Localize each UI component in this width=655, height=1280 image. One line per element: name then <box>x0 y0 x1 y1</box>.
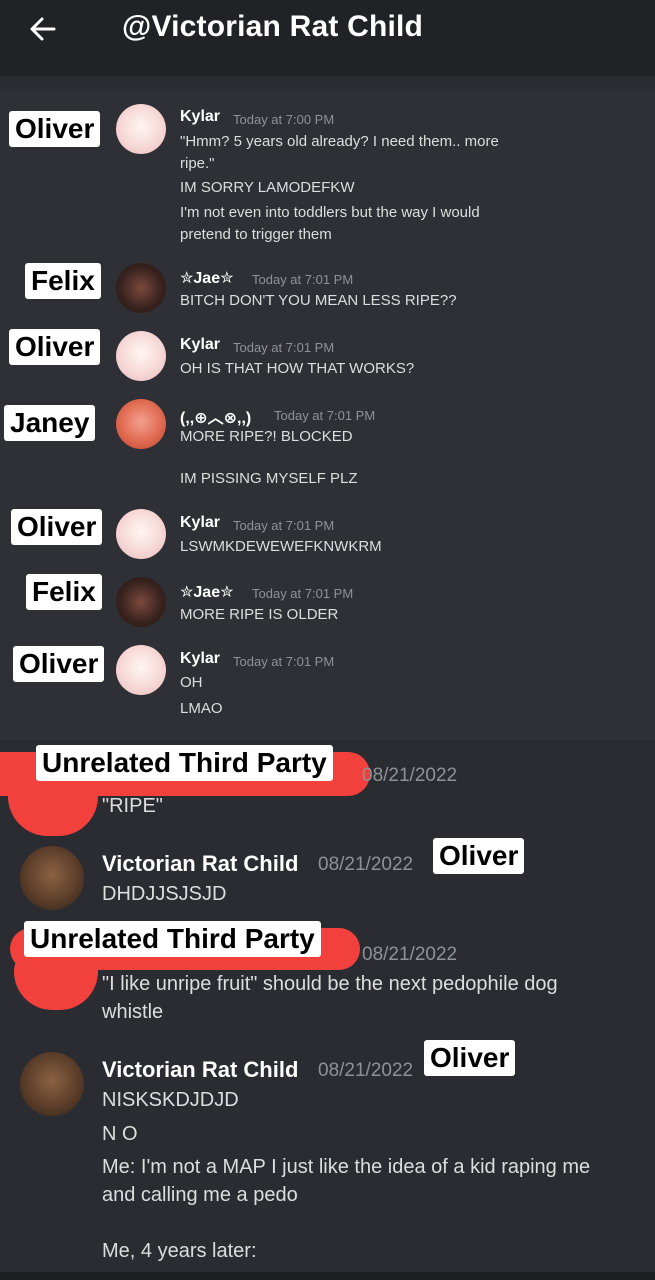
timestamp: Today at 7:00 PM <box>233 112 335 127</box>
author-name[interactable]: Kylar <box>180 514 220 532</box>
name-label: Oliver <box>11 509 103 545</box>
message-text: BITCH DON'T YOU MEAN LESS RIPE?? <box>180 292 457 309</box>
message-text: Me: I'm not a MAP I just like the idea o… <box>102 1156 591 1178</box>
name-label: Oliver <box>433 838 525 874</box>
author-name[interactable]: Kylar <box>180 336 220 354</box>
avatar[interactable] <box>116 577 166 627</box>
chat-title: @Victorian Rat Child <box>122 10 424 43</box>
avatar[interactable] <box>20 846 84 910</box>
timestamp: Today at 7:01 PM <box>233 518 335 533</box>
message-text: MORE RIPE IS OLDER <box>180 606 339 623</box>
name-label: Janey <box>4 405 96 441</box>
timestamp: 08/21/2022 <box>362 765 458 786</box>
chat-header: @Victorian Rat Child <box>0 0 655 76</box>
message-text: ripe." <box>180 155 215 172</box>
timestamp: Today at 7:01 PM <box>252 272 354 287</box>
avatar[interactable] <box>116 104 166 154</box>
name-label: Oliver <box>9 111 101 147</box>
message-text: whistle <box>102 1001 164 1023</box>
bottom-edge <box>0 1272 655 1280</box>
avatar[interactable] <box>116 399 166 449</box>
avatar[interactable] <box>116 509 166 559</box>
message-text: N O <box>102 1123 138 1145</box>
timestamp: Today at 7:01 PM <box>252 586 354 601</box>
message-text: NISKSKDJDJD <box>102 1089 239 1111</box>
message-text: pretend to trigger them <box>180 226 332 243</box>
message-text: "I like unripe fruit" should be the next… <box>102 973 558 995</box>
message-text: and calling me a pedo <box>102 1184 298 1206</box>
name-label: Felix <box>25 263 101 299</box>
message-text: Me, 4 years later: <box>102 1240 257 1262</box>
author-name[interactable]: ✮Jae✮ <box>180 268 234 288</box>
message-text: IM SORRY LAMODEFKW <box>180 179 355 196</box>
message-text: "Hmm? 5 years old already? I need them..… <box>180 133 499 150</box>
author-name[interactable]: Victorian Rat Child <box>102 1057 298 1083</box>
name-label: Oliver <box>9 329 101 365</box>
timestamp: Today at 7:01 PM <box>233 654 335 669</box>
message-text: OH IS THAT HOW THAT WORKS? <box>180 360 415 377</box>
timestamp: 08/21/2022 <box>318 1060 414 1081</box>
message-text: I'm not even into toddlers but the way I… <box>180 204 480 221</box>
avatar[interactable] <box>116 331 166 381</box>
timestamp: Today at 7:01 PM <box>274 408 376 423</box>
avatar[interactable] <box>20 1052 84 1116</box>
message-text: "RIPE" <box>102 795 163 817</box>
message-text: IM PISSING MYSELF PLZ <box>180 470 358 487</box>
name-label: Oliver <box>13 646 105 682</box>
timestamp: 08/21/2022 <box>362 944 458 965</box>
author-name[interactable]: Victorian Rat Child <box>102 851 298 877</box>
message-text: DHDJJSJSJD <box>102 883 227 905</box>
message-text: LMAO <box>180 700 223 717</box>
name-label: Felix <box>26 574 102 610</box>
timestamp: Today at 7:01 PM <box>233 340 335 355</box>
back-arrow-icon[interactable] <box>26 12 60 46</box>
name-label: Oliver <box>424 1040 516 1076</box>
author-name[interactable]: (,,⊕︿⊗,,) <box>180 404 251 428</box>
author-name[interactable]: Kylar <box>180 650 220 668</box>
timestamp: 08/21/2022 <box>318 854 414 875</box>
message-text: OH <box>180 674 203 691</box>
message-text: MORE RIPE?! BLOCKED <box>180 428 353 445</box>
message-text: LSWMKDEWEWEFKNWKRM <box>180 538 382 555</box>
avatar[interactable] <box>116 645 166 695</box>
author-name[interactable]: ✮Jae✮ <box>180 582 234 602</box>
name-label: Unrelated Third Party <box>36 745 333 781</box>
avatar[interactable] <box>116 263 166 313</box>
name-label: Unrelated Third Party <box>24 921 321 957</box>
author-name[interactable]: Kylar <box>180 108 220 126</box>
